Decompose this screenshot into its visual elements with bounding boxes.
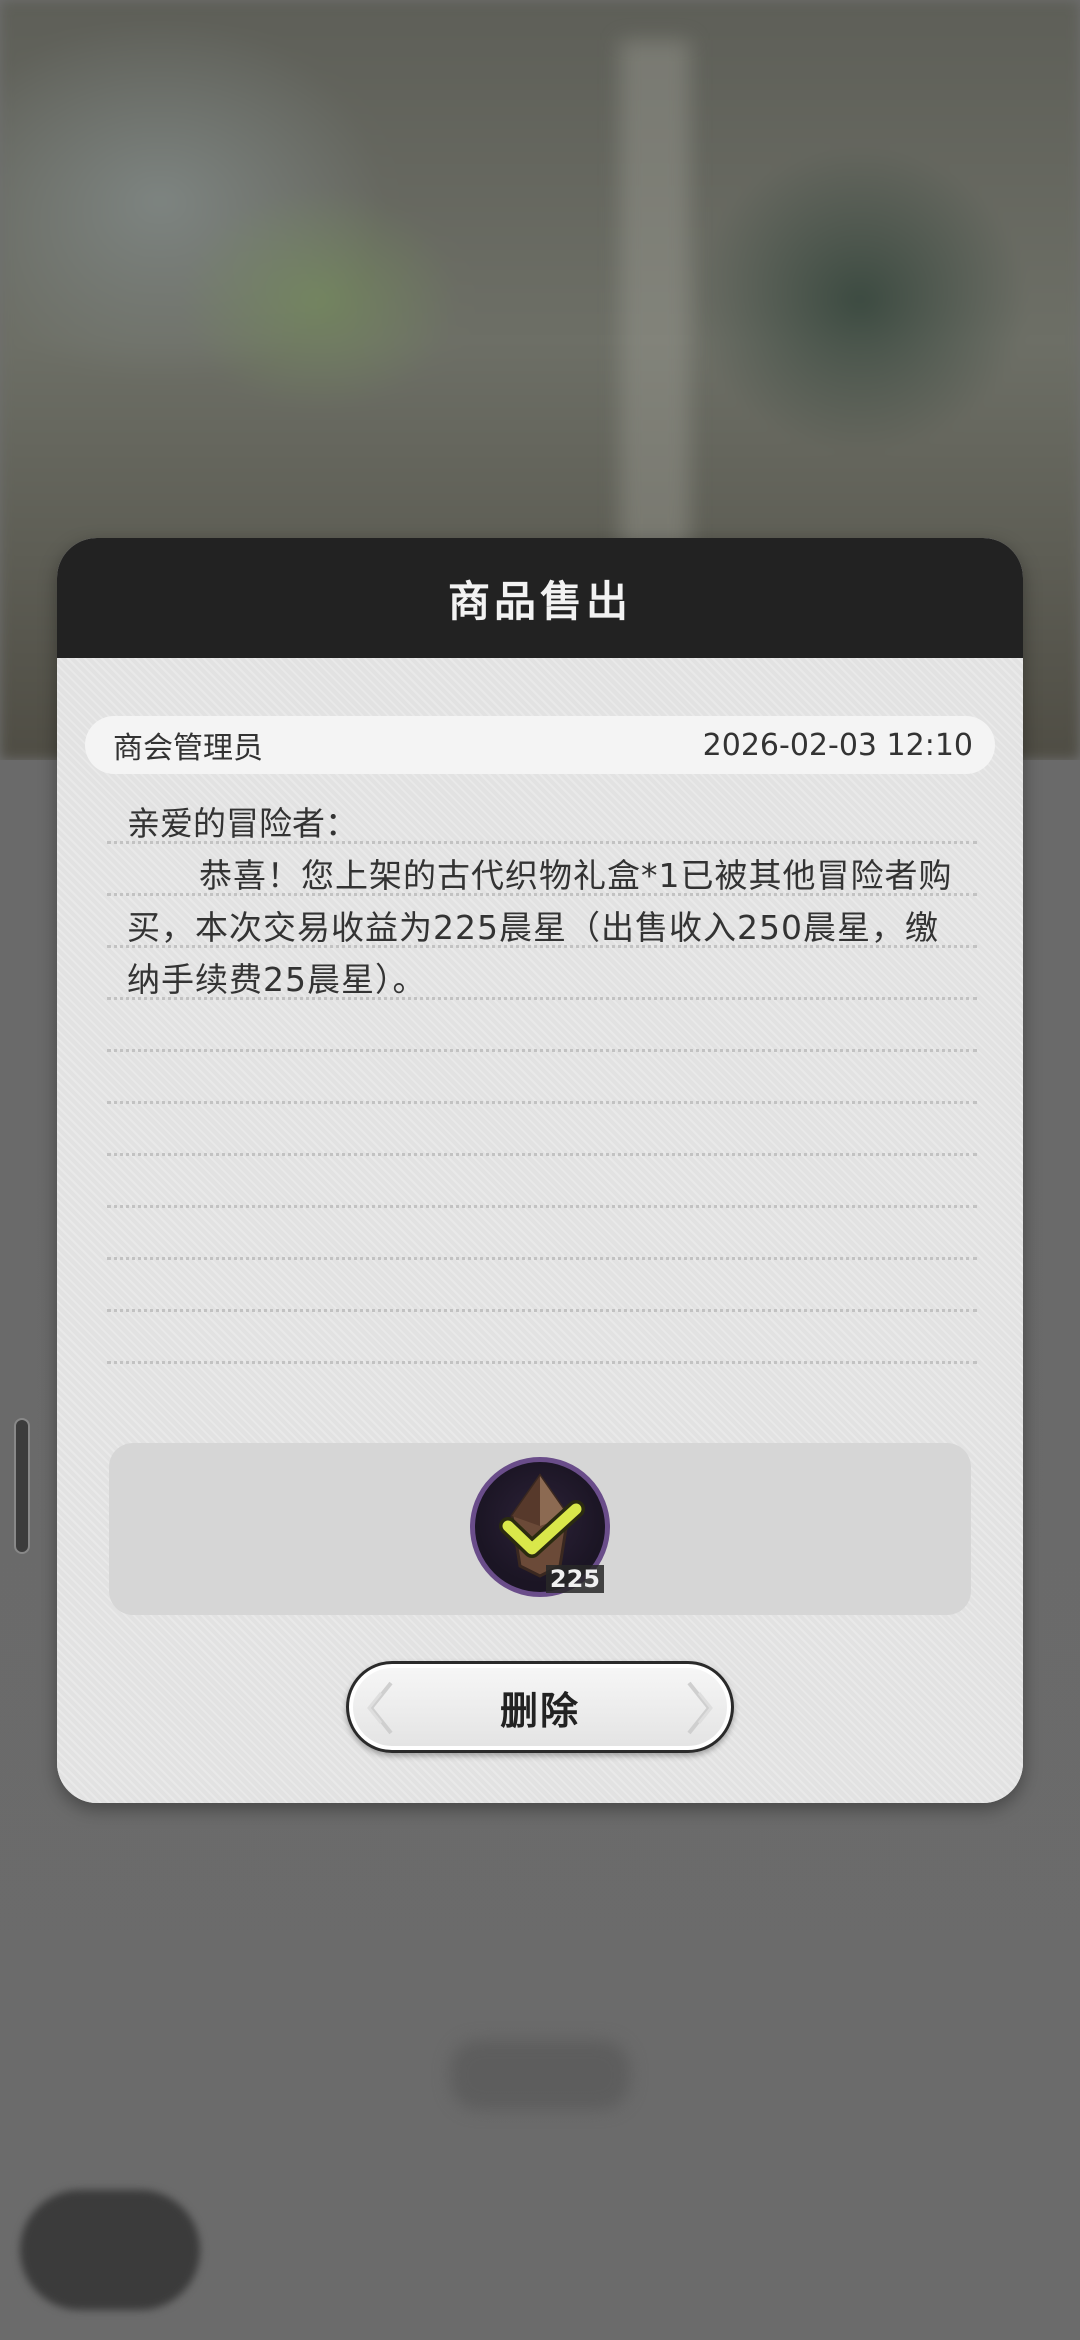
letter-content: 恭喜！您上架的古代织物礼盒*1已被其他冒险者购买，本次交易收益为225晨星（出售… — [127, 856, 953, 999]
background-light-stripe — [620, 40, 690, 600]
background-blurred-label — [450, 2040, 630, 2110]
ruled-line — [107, 1049, 977, 1052]
dialog-title: 商品售出 — [447, 576, 632, 626]
background-blurred-button — [20, 2190, 200, 2310]
reward-count: 225 — [545, 1565, 604, 1593]
game-screen: 商品售出 商会管理员 2026-02-03 12:10 亲爱的冒险者： 恭喜！您… — [0, 0, 1080, 2340]
dialog-body: 商会管理员 2026-02-03 12:10 亲爱的冒险者： 恭喜！您上架的古代… — [57, 658, 1023, 1803]
dialog-header: 商品售出 — [57, 538, 1023, 658]
button-ornament-icon — [367, 1681, 393, 1735]
reward-item[interactable]: 225 — [470, 1457, 610, 1597]
ruled-line — [107, 1101, 977, 1104]
button-ornament-icon — [687, 1681, 713, 1735]
delete-button-label: 删除 — [499, 1688, 580, 1733]
ruled-line — [107, 1153, 977, 1156]
sender-bar: 商会管理员 2026-02-03 12:10 — [85, 716, 995, 774]
ruled-line — [107, 1205, 977, 1208]
delete-button[interactable]: 删除 — [346, 1661, 734, 1753]
ruled-line — [107, 1361, 977, 1364]
side-drawer-handle[interactable] — [14, 1418, 30, 1554]
ruled-line — [107, 1257, 977, 1260]
letter-greeting: 亲爱的冒险者： — [127, 804, 358, 843]
mail-timestamp: 2026-02-03 12:10 — [702, 727, 973, 763]
mail-dialog: 商品售出 商会管理员 2026-02-03 12:10 亲爱的冒险者： 恭喜！您… — [57, 538, 1023, 1803]
ruled-line — [107, 1309, 977, 1312]
sender-name: 商会管理员 — [113, 731, 263, 766]
